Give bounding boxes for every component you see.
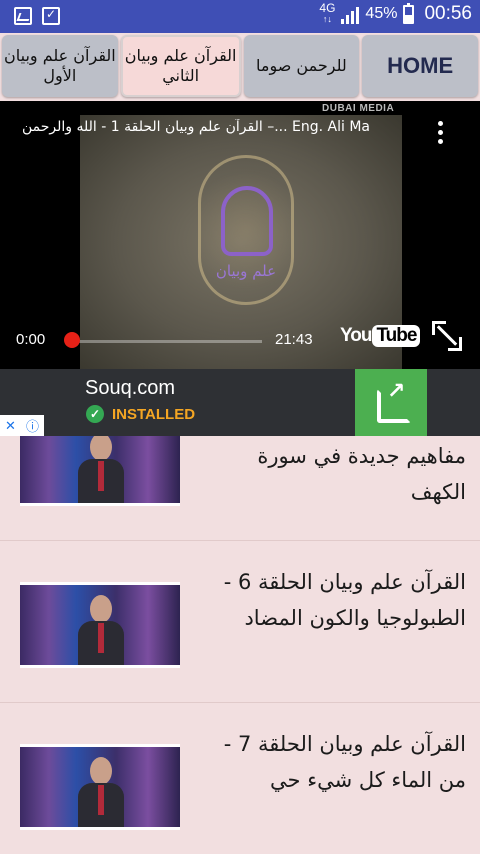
video-thumbnail <box>20 582 180 668</box>
video-title[interactable]: القرآن علم وبيان الحلقة 1 - الله والرحمن… <box>22 119 422 135</box>
more-options-icon[interactable] <box>438 121 446 148</box>
video-title: القرآن علم وبيان الحلقة 6 - الطبولوجيا و… <box>223 570 466 630</box>
list-item[interactable]: القرآن علم وبيان الحلقة 7 - من الماء كل … <box>0 704 480 854</box>
tab-quran-part-1[interactable]: القرآن علم وبيان الأول <box>2 35 118 97</box>
ad-info-icon[interactable]: ⓘ <box>26 416 39 435</box>
status-bar: 4G ↑↓ 45% 00:56 <box>0 0 480 33</box>
check-icon: ✓ <box>86 405 104 423</box>
network-type-label: 4G <box>319 1 336 15</box>
presenter-image <box>78 436 124 503</box>
ad-status-label: INSTALLED <box>112 405 196 423</box>
list-item[interactable]: القرآن علم وبيان الحلقة 6 - الطبولوجيا و… <box>0 542 480 703</box>
tab-quran-part-2[interactable]: القرآن علم وبيان الثاني <box>120 35 241 97</box>
open-app-button[interactable] <box>355 369 427 436</box>
current-time: 0:00 <box>16 331 46 348</box>
video-player[interactable]: علم وبيان DUBAI MEDIA القرآن علم وبيان ا… <box>0 101 480 369</box>
list-item[interactable]: القرآن علم وبيان الحلقة 5 - مفاهيم جديدة… <box>0 436 480 541</box>
video-title: القرآن علم وبيان الحلقة 7 - من الماء كل … <box>223 732 466 792</box>
network-activity: ↑↓ <box>322 14 332 24</box>
emblem-mark <box>221 186 273 256</box>
ad-banner[interactable]: Souq.com ✓ INSTALLED <box>0 369 480 436</box>
signal-icon <box>341 4 360 24</box>
battery-percent: 45% <box>365 5 398 22</box>
presenter-image <box>78 757 124 827</box>
youtube-logo-you: You <box>340 325 373 346</box>
fullscreen-icon[interactable] <box>430 319 464 353</box>
youtube-logo-tube: Tube <box>372 325 421 347</box>
seek-handle[interactable] <box>64 332 80 348</box>
duration: 21:43 <box>275 331 313 348</box>
network-type: 4G ↑↓ <box>319 1 336 25</box>
youtube-logo[interactable]: You Tube <box>340 325 421 347</box>
clock: 00:56 <box>424 3 472 24</box>
video-thumbnail <box>20 436 180 506</box>
battery-icon <box>403 2 415 24</box>
tab-home[interactable]: HOME <box>362 35 478 97</box>
close-ad-icon[interactable]: ✕ <box>5 418 16 434</box>
tab-lilrahman-sawma[interactable]: للرحمن صوما <box>243 35 360 97</box>
video-title: القرآن علم وبيان الحلقة 5 - مفاهيم جديدة… <box>257 444 466 504</box>
presenter-image <box>78 595 124 665</box>
seek-bar[interactable] <box>72 340 262 343</box>
ad-status: ✓ INSTALLED <box>86 405 195 423</box>
ad-choices[interactable]: ✕ ⓘ <box>0 415 44 436</box>
clipboard-check-icon <box>42 7 60 25</box>
emblem-text: علم وبيان <box>215 262 277 280</box>
channel-watermark: DUBAI MEDIA <box>322 103 395 114</box>
tab-bar: القرآن علم وبيان الأول القرآن علم وبيان … <box>0 33 480 101</box>
ad-app-name: Souq.com <box>85 377 176 399</box>
image-icon <box>14 7 32 25</box>
video-thumbnail <box>20 744 180 830</box>
video-list: القرآن علم وبيان الحلقة 5 - مفاهيم جديدة… <box>0 436 480 854</box>
program-emblem: علم وبيان <box>198 155 294 305</box>
